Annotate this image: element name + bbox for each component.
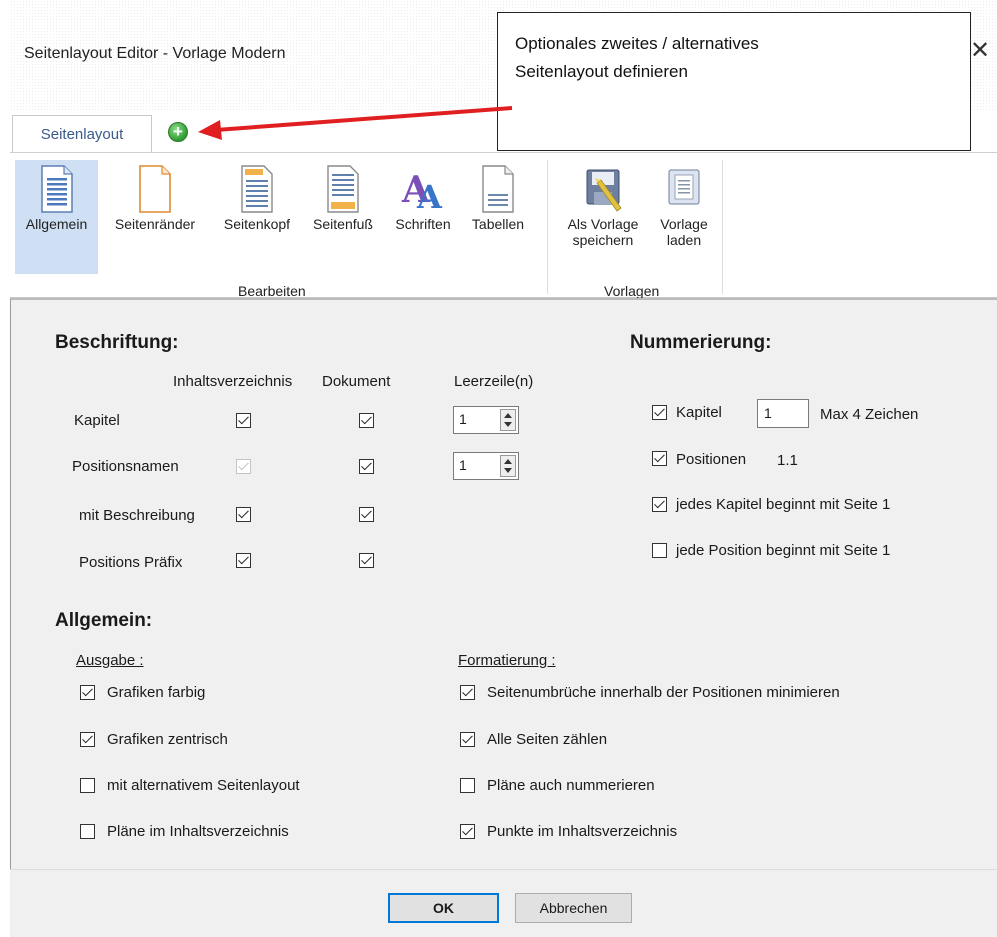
row-label-positionsnamen: Positionsnamen bbox=[72, 458, 179, 475]
alle-seiten-zaehlen-label: Alle Seiten zählen bbox=[487, 731, 608, 748]
alternatives-seitenlayout-label: mit alternativem Seitenlayout bbox=[107, 777, 300, 794]
nummerierung-kapitel-checkbox[interactable] bbox=[652, 405, 667, 420]
kapitel-toc-checkbox[interactable] bbox=[236, 413, 251, 428]
nummerierung-positionen-checkbox[interactable] bbox=[652, 451, 667, 466]
ribbon-button-label: speichern bbox=[572, 232, 634, 248]
plus-circle-icon[interactable]: + bbox=[168, 122, 188, 142]
punkte-inhaltsverzeichnis-checkbox[interactable] bbox=[460, 824, 475, 839]
ausgabe-heading: Ausgabe : bbox=[76, 652, 144, 669]
window-title: Seitenlayout Editor - Vorlage Modern bbox=[24, 45, 286, 62]
alternatives-seitenlayout-checkbox[interactable] bbox=[80, 778, 95, 793]
nummerierung-positionen-example: 1.1 bbox=[777, 452, 798, 469]
plaene-inhaltsverzeichnis-checkbox[interactable] bbox=[80, 824, 95, 839]
cancel-button[interactable]: Abbrechen bbox=[515, 893, 632, 923]
position-seite1-label: jede Position beginnt mit Seite 1 bbox=[676, 542, 891, 559]
column-header-toc: Inhaltsverzeichnis bbox=[173, 373, 293, 390]
position-seite1-checkbox[interactable] bbox=[652, 543, 667, 558]
kapitel-blank-lines-stepper[interactable]: 1 bbox=[453, 406, 519, 434]
annotation-line-2: Seitenlayout definieren bbox=[515, 62, 688, 81]
svg-text:A: A bbox=[416, 178, 443, 214]
formatierung-heading: Formatierung : bbox=[458, 652, 556, 669]
nummerierung-heading: Nummerierung: bbox=[630, 332, 772, 353]
tables-page-icon bbox=[482, 165, 514, 213]
ribbon-group-label-bearbeiten: Bearbeiten bbox=[238, 283, 306, 299]
nummerierung-kapitel-hint: Max 4 Zeichen bbox=[820, 406, 919, 423]
kapitel-seite1-checkbox[interactable] bbox=[652, 497, 667, 512]
ribbon-button-label: Als Vorlage bbox=[567, 216, 639, 232]
ribbon-schriften-button[interactable]: A A Schriften bbox=[387, 160, 459, 274]
annotation-arrow-icon bbox=[198, 106, 513, 140]
ribbon-seitenraender-button[interactable]: Seitenränder bbox=[101, 160, 209, 274]
row-label-mit-beschreibung: mit Beschreibung bbox=[79, 507, 195, 524]
ribbon-button-label: Schriften bbox=[395, 216, 451, 232]
close-icon[interactable]: ✕ bbox=[970, 36, 990, 65]
plaene-nummerieren-label: Pläne auch nummerieren bbox=[487, 777, 655, 794]
ribbon-button-label: Seitenfuß bbox=[313, 216, 373, 232]
dialog-footer bbox=[10, 869, 997, 937]
mit-beschreibung-toc-checkbox[interactable] bbox=[236, 507, 251, 522]
footer-page-icon bbox=[327, 165, 359, 213]
nummerierung-kapitel-input[interactable]: 1 bbox=[757, 399, 809, 428]
positionsnamen-blank-lines-stepper[interactable]: 1 bbox=[453, 452, 519, 480]
general-page-icon bbox=[40, 165, 73, 213]
stepper-value: 1 bbox=[459, 457, 467, 473]
seitenumbrueche-label: Seitenumbrüche innerhalb der Positionen … bbox=[487, 684, 840, 701]
annotation-line-1: Optionales zweites / alternatives bbox=[515, 34, 759, 53]
punkte-inhaltsverzeichnis-label: Punkte im Inhaltsverzeichnis bbox=[487, 823, 678, 840]
load-template-icon bbox=[668, 169, 700, 205]
positionsnamen-toc-checkbox bbox=[236, 459, 251, 474]
ribbon-allgemein-button[interactable]: Allgemein bbox=[15, 160, 98, 274]
plaene-inhaltsverzeichnis-label: Pläne im Inhaltsverzeichnis bbox=[107, 823, 289, 840]
column-header-blank-lines: Leerzeile(n) bbox=[454, 373, 534, 390]
ribbon-group-separator bbox=[722, 160, 723, 294]
ribbon-tabellen-button[interactable]: Tabellen bbox=[462, 160, 534, 274]
ribbon-load-template-button[interactable]: Vorlage laden bbox=[653, 160, 715, 274]
margins-page-icon bbox=[139, 165, 171, 213]
ok-button[interactable]: OK bbox=[388, 893, 499, 923]
kapitel-seite1-label: jedes Kapitel beginnt mit Seite 1 bbox=[676, 496, 891, 513]
row-label-positions-praefix: Positions Präfix bbox=[79, 554, 183, 571]
annotation-text: Optionales zweites / alternatives Seiten… bbox=[515, 30, 955, 86]
row-label-kapitel: Kapitel bbox=[74, 412, 120, 429]
kapitel-document-checkbox[interactable] bbox=[359, 413, 374, 428]
grafiken-farbig-label: Grafiken farbig bbox=[107, 684, 206, 701]
ribbon-seitenkopf-button[interactable]: Seitenkopf bbox=[212, 160, 302, 274]
beschriftung-heading: Beschriftung: bbox=[55, 332, 179, 353]
grafiken-zentrisch-checkbox[interactable] bbox=[80, 732, 95, 747]
nummerierung-kapitel-label: Kapitel bbox=[676, 404, 722, 421]
ribbon-save-template-button[interactable]: Als Vorlage speichern bbox=[553, 160, 653, 274]
alle-seiten-zaehlen-checkbox[interactable] bbox=[460, 732, 475, 747]
stepper-value: 1 bbox=[459, 411, 467, 427]
positions-praefix-toc-checkbox[interactable] bbox=[236, 553, 251, 568]
nummerierung-positionen-label: Positionen bbox=[676, 451, 747, 468]
ribbon-button-label: Tabellen bbox=[471, 216, 525, 232]
positionsnamen-document-checkbox[interactable] bbox=[359, 459, 374, 474]
ribbon-button-label: Seitenränder bbox=[114, 216, 196, 232]
spin-arrows-icon[interactable] bbox=[500, 409, 516, 431]
plaene-nummerieren-checkbox[interactable] bbox=[460, 778, 475, 793]
positions-praefix-document-checkbox[interactable] bbox=[359, 553, 374, 568]
ribbon-group-label-vorlagen: Vorlagen bbox=[604, 283, 660, 299]
tab-seitenlayout[interactable]: Seitenlayout bbox=[12, 115, 152, 153]
save-template-icon bbox=[586, 169, 622, 212]
ribbon-button-label: Allgemein bbox=[25, 216, 88, 232]
ribbon-group-separator bbox=[547, 160, 548, 294]
grafiken-farbig-checkbox[interactable] bbox=[80, 685, 95, 700]
spin-arrows-icon[interactable] bbox=[500, 455, 516, 477]
fonts-icon: A A bbox=[401, 169, 443, 214]
mit-beschreibung-document-checkbox[interactable] bbox=[359, 507, 374, 522]
ribbon-button-label: Seitenkopf bbox=[223, 216, 291, 232]
seitenumbrueche-checkbox[interactable] bbox=[460, 685, 475, 700]
column-header-document: Dokument bbox=[322, 373, 391, 390]
header-page-icon bbox=[241, 165, 273, 213]
grafiken-zentrisch-label: Grafiken zentrisch bbox=[107, 731, 228, 748]
ribbon-button-label: Vorlage bbox=[660, 216, 708, 232]
ribbon-button-label: laden bbox=[666, 232, 702, 248]
allgemein-heading: Allgemein: bbox=[55, 610, 153, 631]
ribbon-seitenfuss-button[interactable]: Seitenfuß bbox=[303, 160, 383, 274]
